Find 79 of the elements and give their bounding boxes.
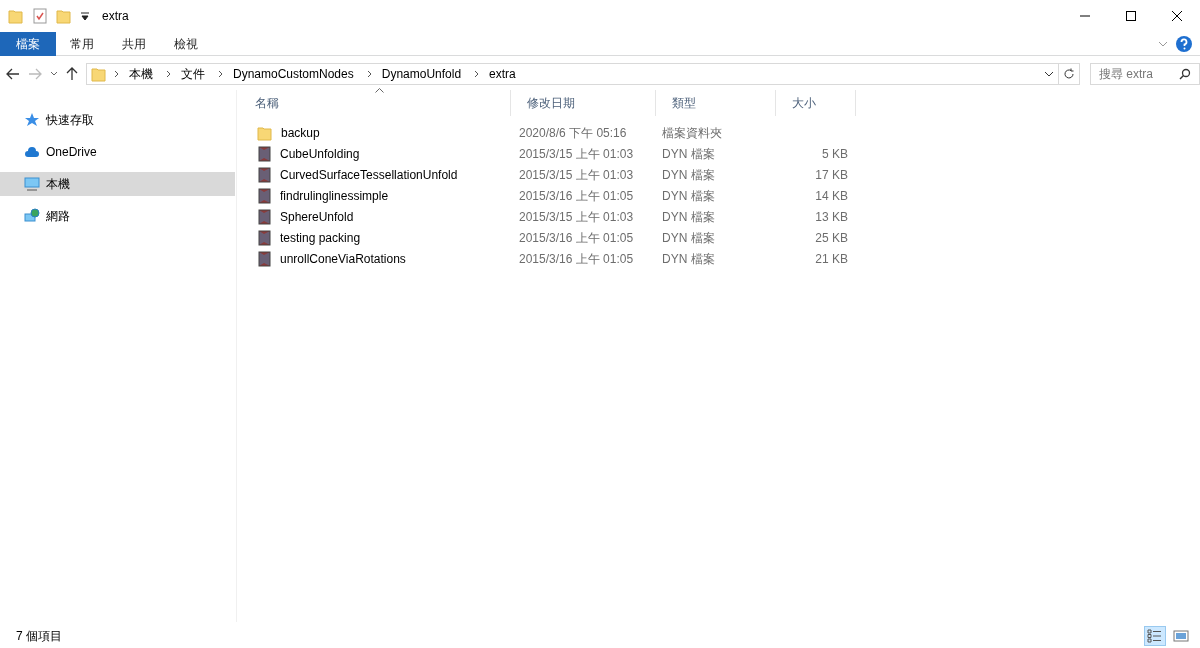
file-icon (257, 166, 272, 183)
item-count: 7 個項目 (16, 628, 62, 645)
search-field[interactable]: 搜尋 extra (1089, 63, 1200, 85)
breadcrumb-link[interactable]: 文件 (175, 65, 211, 83)
date-cell-text: 2015/3/15 上午 01:03 (518, 166, 635, 184)
checkmark-document-icon[interactable] (32, 8, 48, 24)
folder-icon (91, 66, 107, 82)
address-bar[interactable]: 本機 文件 DynamoCustomNodes DynamoUnfold extra (86, 63, 1080, 85)
chevron-down-icon[interactable] (1043, 69, 1054, 79)
column-header[interactable]: 名稱 (239, 90, 511, 116)
star-icon (24, 112, 40, 128)
date-cell-text: 2015/3/15 上午 01:03 (518, 208, 635, 226)
file-icon (257, 145, 272, 162)
size-cell-text: 17 KB (814, 166, 848, 184)
sidebar-item[interactable]: 快速存取 (0, 108, 235, 132)
file-name[interactable]: CubeUnfolding (280, 144, 360, 163)
refresh-icon[interactable] (1062, 68, 1075, 80)
chevron-down-icon[interactable] (50, 70, 58, 78)
breadcrumb-link[interactable]: extra (483, 65, 522, 83)
network-icon (24, 208, 40, 224)
type-cell-text: DYN 檔案 (661, 250, 716, 268)
details-view-icon (1147, 628, 1163, 644)
size-cell-text: 21 KB (814, 250, 848, 268)
column-header[interactable]: 修改日期 (511, 90, 656, 116)
chevron-right-icon (217, 70, 225, 78)
file-name[interactable]: backup (281, 123, 320, 142)
breadcrumb-link[interactable]: DynamoCustomNodes (227, 65, 360, 83)
dropdown-icon[interactable] (80, 11, 90, 21)
search-icon[interactable] (1179, 68, 1191, 80)
chevron-right-icon (113, 70, 121, 78)
date-cell-text: 2015/3/16 上午 01:05 (518, 250, 635, 268)
search-placeholder: 搜尋 extra (1098, 66, 1153, 83)
file-name[interactable]: testing packing (280, 228, 361, 247)
sidebar-item[interactable]: OneDrive (0, 140, 235, 164)
ribbon-tab[interactable]: 檢視 (160, 31, 212, 56)
file-icon (257, 229, 272, 246)
back-arrow-icon[interactable] (6, 68, 20, 80)
type-cell-text: DYN 檔案 (661, 187, 716, 205)
close-icon[interactable] (1171, 10, 1183, 22)
chevron-right-icon (365, 70, 374, 78)
type-cell-text: DYN 檔案 (661, 166, 716, 184)
size-cell-text: 5 KB (821, 145, 848, 163)
maximize-icon[interactable] (1125, 10, 1137, 22)
breadcrumb-link[interactable]: DynamoUnfold (375, 65, 468, 83)
file-icon (257, 187, 272, 204)
window-title: extra (102, 8, 129, 25)
sidebar-item[interactable]: 網路 (0, 204, 235, 228)
ribbon-tab[interactable]: 檔案 (0, 31, 56, 56)
ribbon-tab[interactable]: 共用 (108, 31, 160, 56)
file-icon (257, 250, 272, 267)
column-header[interactable]: 大小 (776, 90, 856, 116)
size-cell-text: 25 KB (814, 229, 848, 247)
type-cell-text: DYN 檔案 (661, 229, 716, 247)
date-cell-text: 2020/8/6 下午 05:16 (518, 124, 628, 142)
file-icon (257, 208, 272, 225)
cloud-icon (24, 144, 40, 160)
date-cell-text: 2015/3/16 上午 01:05 (518, 187, 635, 205)
folder-icon (257, 124, 273, 141)
size-cell-text: 14 KB (814, 187, 848, 205)
breadcrumb-link[interactable]: 本機 (123, 65, 159, 83)
file-name[interactable]: CurvedSurfaceTessellationUnfold (280, 165, 458, 184)
computer-icon (24, 176, 40, 192)
type-cell-text: 檔案資料夾 (661, 124, 723, 142)
file-name[interactable]: findrulinglinessimple (280, 186, 389, 205)
date-cell-text: 2015/3/15 上午 01:03 (518, 145, 635, 163)
file-name[interactable]: SphereUnfold (280, 207, 354, 226)
type-cell-text: DYN 檔案 (661, 145, 716, 163)
sidebar-item[interactable]: 本機 (0, 172, 235, 196)
ribbon-tab[interactable]: 常用 (56, 31, 108, 56)
size-cell-text: 13 KB (814, 208, 848, 226)
help-icon[interactable] (1176, 35, 1192, 52)
view-toggle[interactable] (1144, 626, 1166, 646)
chevron-right-icon (165, 70, 173, 78)
file-name[interactable]: unrollConeViaRotations (280, 249, 406, 268)
date-cell-text: 2015/3/16 上午 01:05 (518, 229, 635, 247)
column-header[interactable]: 類型 (656, 90, 776, 116)
large-icons-view-icon (1173, 628, 1189, 644)
type-cell-text: DYN 檔案 (661, 208, 716, 226)
up-arrow-icon[interactable] (66, 67, 78, 81)
